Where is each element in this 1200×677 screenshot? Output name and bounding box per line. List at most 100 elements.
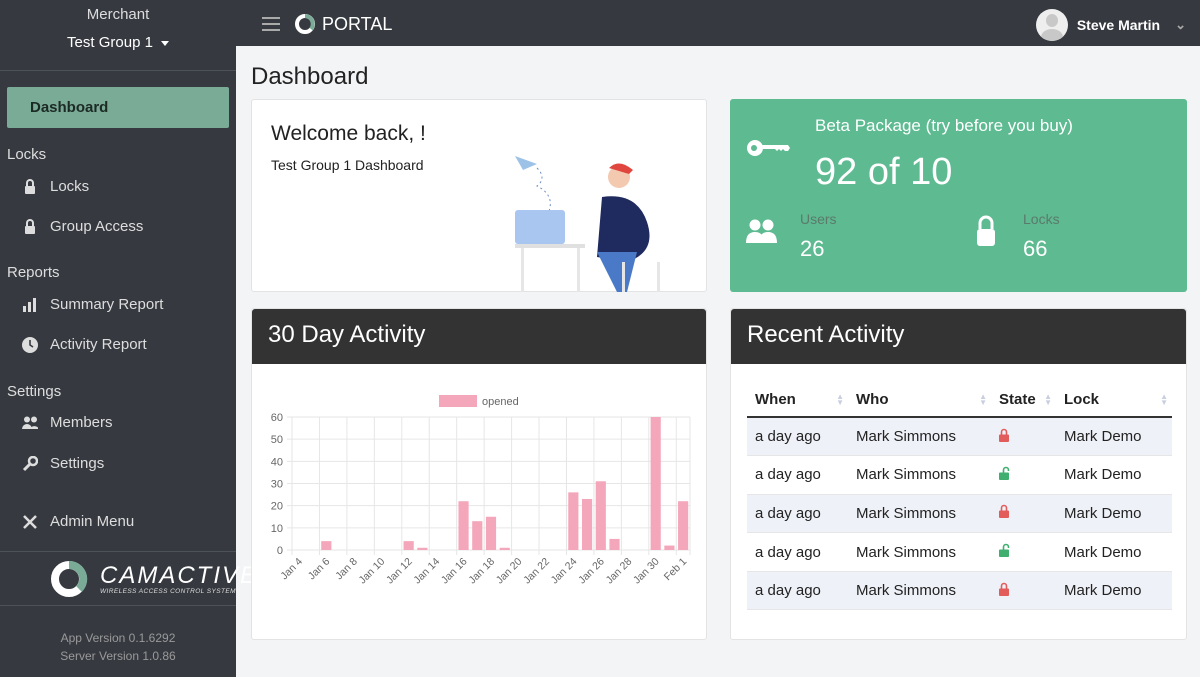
cell-lock: Mark Demo <box>1056 455 1172 495</box>
table-row[interactable]: a day ago Mark Simmons Mark Demo <box>747 494 1172 534</box>
x-tick-label: Jan 16 <box>439 556 470 587</box>
chevron-down-icon: ⌄ <box>1175 17 1186 32</box>
sidebar-item-settings[interactable]: Settings <box>22 455 104 472</box>
portal-logo[interactable]: PORTAL <box>294 13 392 35</box>
legend-label: opened <box>482 396 519 408</box>
logo-ring-icon <box>295 14 315 34</box>
sort-icon: ▲ ▼ <box>1044 392 1052 407</box>
x-tick-label: Jan 10 <box>357 556 388 587</box>
x-tick-label: Jan 20 <box>494 556 525 587</box>
logo-ring-icon <box>51 560 88 597</box>
cell-when: a day ago <box>747 455 848 495</box>
cell-lock: Mark Demo <box>1056 571 1172 611</box>
section-reports: Reports <box>7 264 60 281</box>
table-row[interactable]: a day ago Mark Simmons Mark Demo <box>747 532 1172 572</box>
bar <box>403 541 414 550</box>
y-tick-label: 30 <box>271 479 283 491</box>
sort-icon: ▲ ▼ <box>1160 392 1168 407</box>
cell-who: Mark Simmons <box>848 494 991 534</box>
lock-open-icon <box>999 466 1011 484</box>
key-icon <box>747 140 790 156</box>
table-row[interactable]: a day ago Mark Simmons Mark Demo <box>747 455 1172 495</box>
x-tick-label: Jan 24 <box>549 556 580 587</box>
lock-closed-icon <box>999 505 1009 522</box>
locks-label: Locks <box>1023 211 1060 227</box>
wrench-icon <box>22 455 38 472</box>
lock-open-icon <box>999 543 1011 561</box>
bar <box>609 538 620 550</box>
table-row[interactable]: a day ago Mark Simmons Mark Demo <box>747 417 1172 457</box>
column-who[interactable]: Who ▲ ▼ <box>848 383 991 418</box>
column-lock[interactable]: Lock ▲ ▼ <box>1056 383 1172 418</box>
x-tick-label: Jan 14 <box>411 556 442 587</box>
merchant-label: Merchant <box>86 6 150 23</box>
camactive-logo: CAMACTIVE WIRELESS ACCESS CONTROL SYSTEM <box>50 560 258 598</box>
activity-title: 30 Day Activity <box>252 309 706 364</box>
y-tick-label: 20 <box>271 501 283 513</box>
user-menu[interactable]: Steve Martin ⌄ <box>1035 9 1186 41</box>
cell-when: a day ago <box>747 494 848 534</box>
activity-chart: opened0102030405060Jan 4 Jan 6 Jan 8Jan 10… <box>271 395 691 587</box>
tools-icon <box>22 514 38 530</box>
bar <box>595 481 606 550</box>
y-tick-label: 40 <box>271 456 283 468</box>
cell-state <box>991 417 1056 457</box>
column-state[interactable]: State ▲ ▼ <box>991 383 1056 418</box>
section-settings: Settings <box>7 383 62 400</box>
cell-when: a day ago <box>747 532 848 572</box>
sidebar-item-group-access[interactable]: Group Access <box>22 218 143 235</box>
cell-lock: Mark Demo <box>1056 532 1172 572</box>
server-version: Server Version 1.0.86 <box>60 649 176 663</box>
column-when[interactable]: When ▲ ▼ <box>747 383 848 418</box>
bar <box>499 547 510 550</box>
x-tick-label: Jan 30 <box>631 556 662 587</box>
lock-icon <box>977 215 995 246</box>
sidebar: Merchant Test Group 1 Dashboard Locks Lo… <box>0 0 256 677</box>
bar <box>678 501 689 550</box>
sort-icon: ▲ ▼ <box>836 392 844 407</box>
avatar <box>1035 9 1068 41</box>
cell-when: a day ago <box>747 417 848 457</box>
sidebar-item-members[interactable]: Members <box>22 414 113 431</box>
bar <box>650 417 661 550</box>
package-usage: 92 of 10 <box>815 151 953 193</box>
x-tick-label: Jan 12 <box>384 556 415 587</box>
users-icon <box>22 416 38 429</box>
sort-icon: ▲ ▼ <box>979 392 987 407</box>
cell-who: Mark Simmons <box>848 417 991 457</box>
cell-lock: Mark Demo <box>1056 494 1172 534</box>
sidebar-item-dashboard[interactable]: Dashboard <box>7 87 229 128</box>
cell-who: Mark Simmons <box>848 455 991 495</box>
users-count: 26 <box>800 236 825 261</box>
users-icon <box>746 219 777 243</box>
app-version: App Version 0.1.6292 <box>60 631 176 645</box>
y-tick-label: 50 <box>271 434 283 446</box>
hamburger-menu-icon[interactable] <box>262 17 280 35</box>
bar <box>664 545 675 550</box>
legend-swatch <box>439 395 477 407</box>
sidebar-item-locks[interactable]: Locks <box>22 178 89 195</box>
x-tick-label: Jan 22 <box>521 556 552 587</box>
sidebar-item-activity-report[interactable]: Activity Report <box>22 336 147 353</box>
y-tick-label: 60 <box>271 412 283 424</box>
clock-icon <box>22 336 38 353</box>
bar <box>458 501 469 550</box>
bar <box>485 516 497 550</box>
cell-state <box>991 494 1056 534</box>
table-row[interactable]: a day ago Mark Simmons Mark Demo <box>747 571 1172 611</box>
topbar: PORTAL Steve Martin ⌄ <box>236 0 1200 46</box>
bar-chart-icon <box>22 297 38 312</box>
activity-card: 30 Day Activity opened 0 10 20 30 40 50 60 Jan 4… <box>251 308 707 640</box>
cell-state <box>991 455 1056 495</box>
page-title: Dashboard <box>251 63 369 90</box>
cell-when: a day ago <box>747 571 848 611</box>
x-tick-label: Jan 28 <box>604 556 635 587</box>
cell-state <box>991 571 1056 611</box>
bar <box>417 547 428 550</box>
cell-who: Mark Simmons <box>848 532 991 572</box>
group-selector[interactable]: Test Group 1 <box>0 34 236 51</box>
sidebar-item-summary-report[interactable]: Summary Report <box>22 296 163 313</box>
cell-lock: Mark Demo <box>1056 417 1172 457</box>
sidebar-item-admin-menu[interactable]: Admin Menu <box>22 513 134 530</box>
x-tick-label: Jan 26 <box>576 556 607 587</box>
